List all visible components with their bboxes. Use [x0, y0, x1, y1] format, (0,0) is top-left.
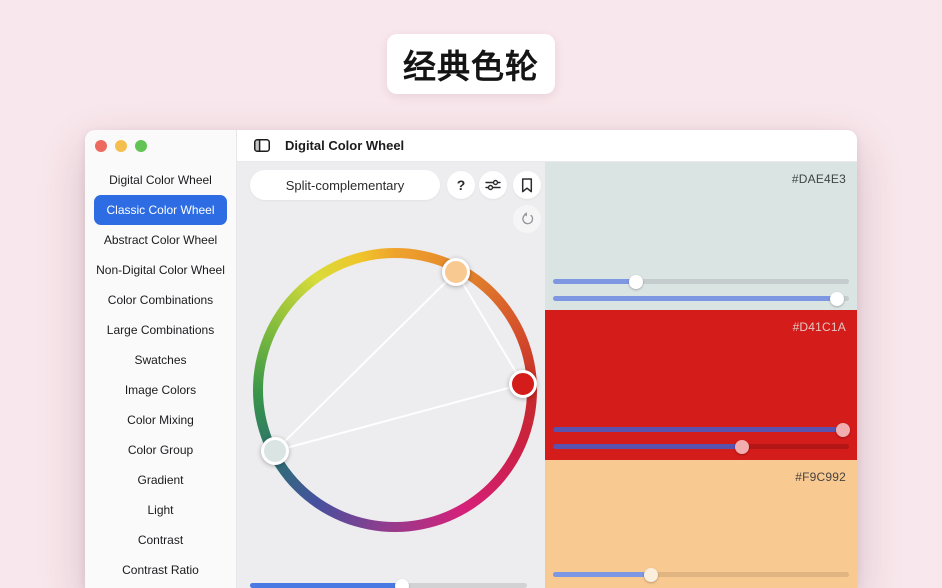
wheel-handle-left[interactable] [261, 437, 289, 465]
slider-fill [553, 427, 843, 432]
zoom-button[interactable] [135, 140, 147, 152]
card1-slider-2[interactable] [553, 296, 849, 301]
sidebar-toggle-icon [254, 139, 270, 152]
card3-slider-1[interactable] [553, 572, 849, 577]
hex-label: #F9C992 [795, 470, 846, 484]
slider-fill [553, 444, 742, 449]
wheel-handle-top[interactable] [442, 258, 470, 286]
slider-fill [553, 572, 651, 577]
bookmark-icon [521, 178, 533, 193]
close-button[interactable] [95, 140, 107, 152]
sidebar-item-color-mixing[interactable]: Color Mixing [94, 405, 227, 435]
slider-knob[interactable] [629, 275, 643, 289]
reset-rotate-icon [519, 211, 535, 227]
app-window: Digital Color Wheel Classic Color Wheel … [85, 130, 857, 588]
slider-fill [553, 296, 837, 301]
slider-knob[interactable] [395, 579, 409, 588]
sidebar-item-color-combinations[interactable]: Color Combinations [94, 285, 227, 315]
minimize-button[interactable] [115, 140, 127, 152]
sidebar-item-light[interactable]: Light [94, 495, 227, 525]
slider-fill [250, 583, 402, 588]
bookmark-button[interactable] [513, 171, 541, 199]
wheel-bottom-slider[interactable] [250, 583, 527, 588]
sidebar: Digital Color Wheel Classic Color Wheel … [85, 130, 237, 588]
color-cards: #DAE4E3 #D41C1A [545, 162, 857, 588]
content: Split-complementary ? [237, 162, 857, 588]
card1-slider-1[interactable] [553, 279, 849, 284]
sidebar-item-contrast[interactable]: Contrast [94, 525, 227, 555]
slider-knob[interactable] [836, 423, 850, 437]
help-button[interactable]: ? [447, 171, 475, 199]
sidebar-item-large-combinations[interactable]: Large Combinations [94, 315, 227, 345]
filters-icon [485, 178, 501, 192]
sidebar-item-abstract-color-wheel[interactable]: Abstract Color Wheel [94, 225, 227, 255]
reset-button[interactable] [513, 205, 541, 233]
sidebar-item-swatches[interactable]: Swatches [94, 345, 227, 375]
hex-label: #DAE4E3 [792, 172, 846, 186]
sidebar-item-contrast-ratio[interactable]: Contrast Ratio [94, 555, 227, 585]
slider-knob[interactable] [644, 568, 658, 582]
color-card-2[interactable]: #D41C1A [545, 310, 857, 460]
sidebar-item-color-group[interactable]: Color Group [94, 435, 227, 465]
color-card-1[interactable]: #DAE4E3 [545, 162, 857, 310]
scheme-selector[interactable]: Split-complementary [250, 170, 440, 200]
filters-button[interactable] [479, 171, 507, 199]
traffic-lights [85, 130, 236, 162]
slider-knob[interactable] [830, 292, 844, 306]
titlebar: Digital Color Wheel [237, 130, 857, 162]
wheel-panel: Split-complementary ? [237, 162, 545, 588]
sidebar-item-non-digital-color-wheel[interactable]: Non-Digital Color Wheel [94, 255, 227, 285]
sidebar-item-gradient[interactable]: Gradient [94, 465, 227, 495]
sidebar-item-classic-color-wheel[interactable]: Classic Color Wheel [94, 195, 227, 225]
sidebar-toggle-button[interactable] [249, 133, 275, 159]
card2-slider-1[interactable] [553, 427, 849, 432]
sidebar-item-image-colors[interactable]: Image Colors [94, 375, 227, 405]
color-wheel-center [263, 258, 527, 522]
slider-fill [553, 279, 636, 284]
wheel-handle-right[interactable] [509, 370, 537, 398]
slider-knob[interactable] [735, 440, 749, 454]
sidebar-nav: Digital Color Wheel Classic Color Wheel … [85, 162, 236, 585]
main-area: Digital Color Wheel Split-complementary … [237, 130, 857, 588]
color-card-3[interactable]: #F9C992 [545, 460, 857, 588]
sidebar-item-digital-color-wheel[interactable]: Digital Color Wheel [94, 165, 227, 195]
page-title: 经典色轮 [387, 34, 555, 94]
hex-label: #D41C1A [793, 320, 846, 334]
card2-slider-2[interactable] [553, 444, 849, 449]
window-title: Digital Color Wheel [285, 138, 404, 153]
